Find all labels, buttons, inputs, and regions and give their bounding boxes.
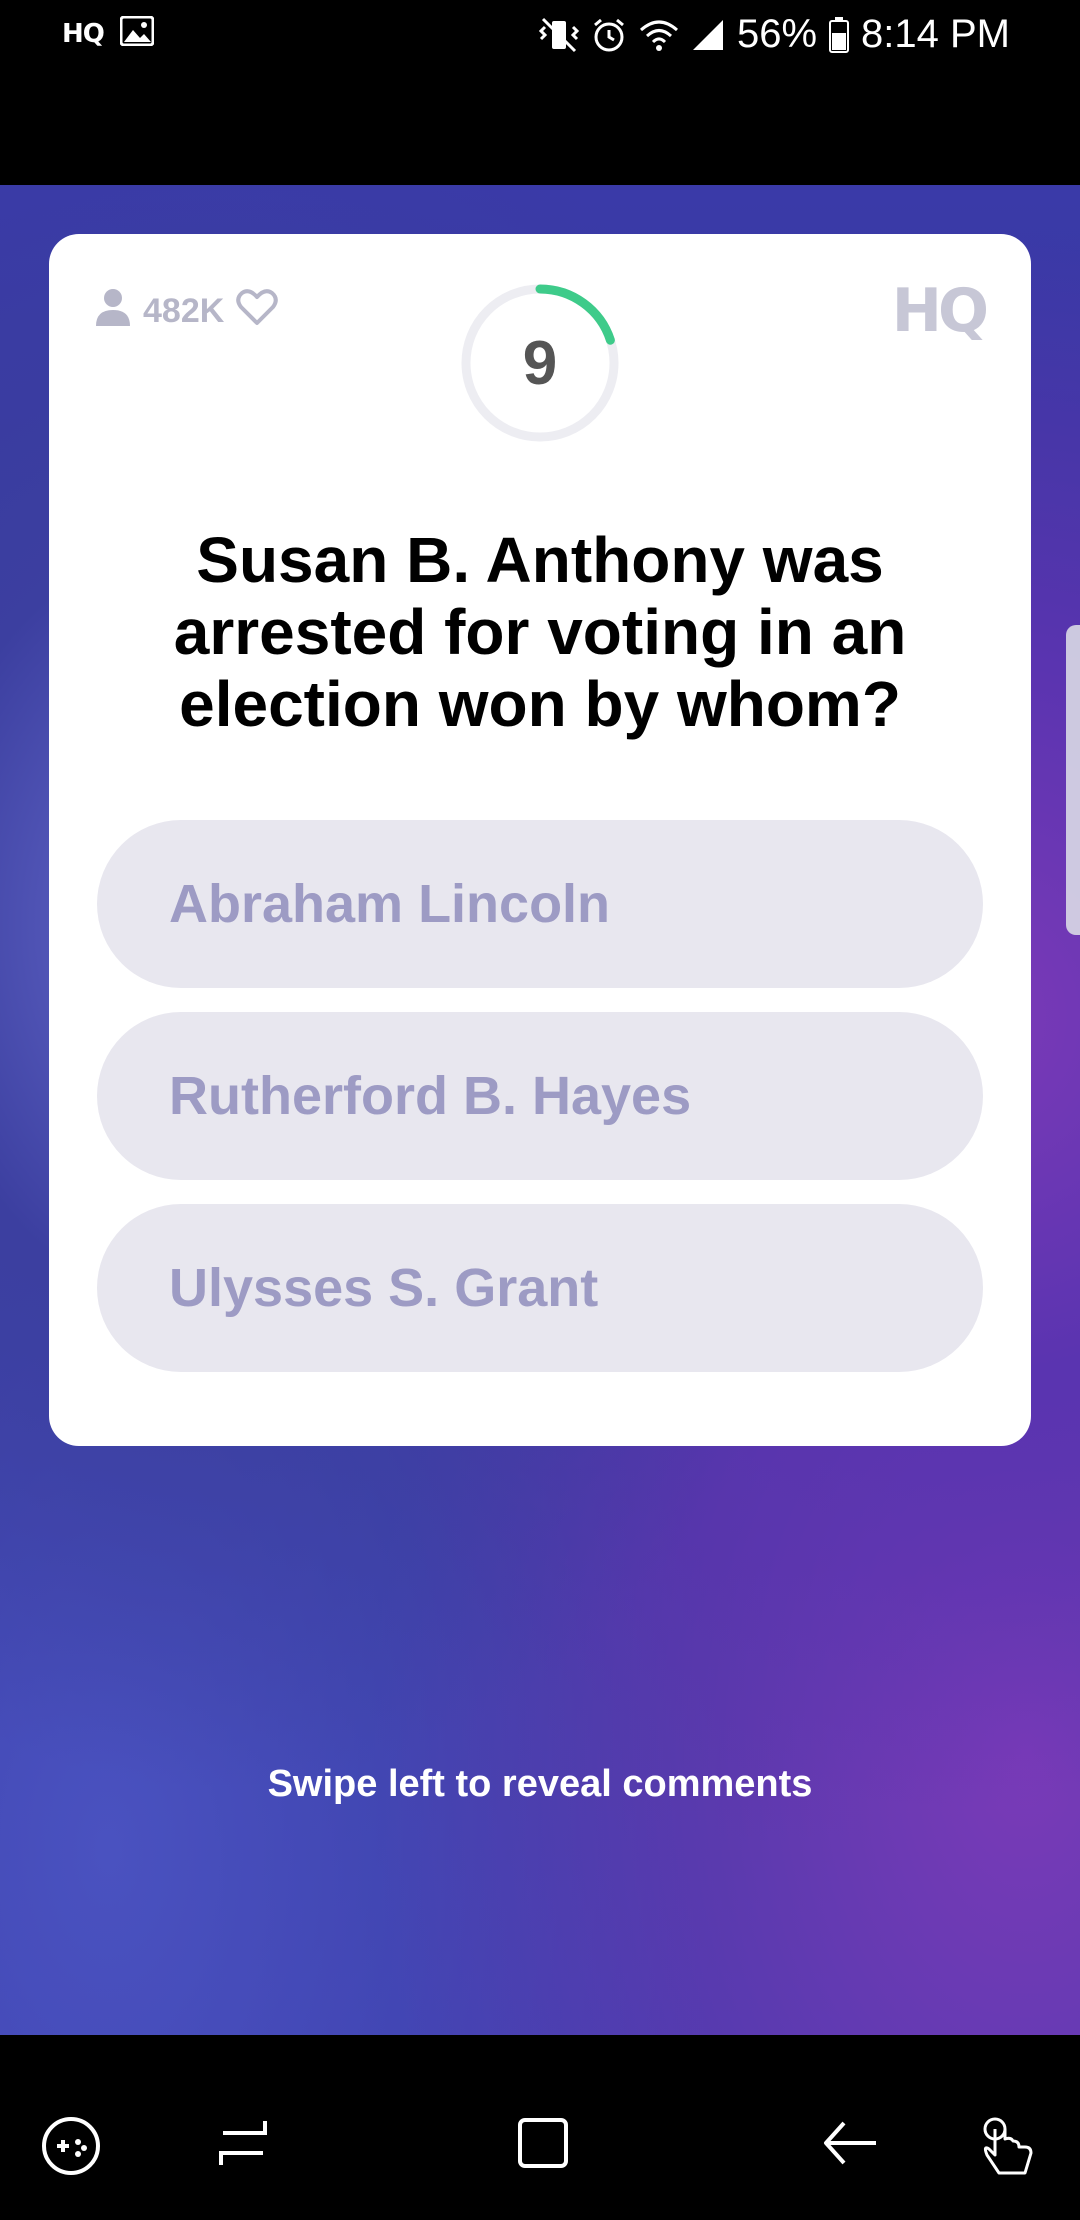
timer-value: 9 [522,328,558,398]
countdown-timer: 9 [459,282,621,444]
answer-option-3[interactable]: Ulysses S. Grant [97,1204,983,1372]
status-right: 56% 8:14 PM [538,12,1010,57]
person-icon [95,288,131,335]
answer-label: Rutherford B. Hayes [169,1066,692,1126]
heart-icon[interactable] [236,288,279,335]
wifi-icon [639,18,679,52]
vibrate-icon [538,17,579,53]
hq-logo: HQ [891,276,989,346]
comments-drawer-handle[interactable] [1066,625,1080,935]
navigation-bar [0,2035,1080,2220]
game-tools-icon[interactable] [40,2115,102,2182]
home-icon[interactable] [515,2115,571,2176]
question-text: Susan B. Anthony was arrested for voting… [173,524,907,740]
image-notification-icon [119,15,155,51]
answer-option-1[interactable]: Abraham Lincoln [97,820,983,988]
status-bar: HQ 56% 8:14 PM [0,0,1080,72]
back-icon[interactable] [820,2115,880,2176]
touch-gesture-icon[interactable] [975,2115,1041,2186]
recent-apps-icon[interactable] [215,2115,271,2176]
viewer-count-label: 482K [143,292,225,330]
battery-icon [829,16,850,53]
alarm-icon [591,17,627,53]
answer-label: Ulysses S. Grant [169,1258,599,1318]
answer-option-2[interactable]: Rutherford B. Hayes [97,1012,983,1180]
viewer-count: 482K [95,288,279,335]
question-card: 482K 9 HQ Susan B. Anthony was arrested … [49,234,1031,1446]
battery-percent: 56% [736,12,818,56]
signal-icon [691,18,725,52]
hq-notification-icon: HQ [62,18,105,49]
status-left: HQ [62,15,155,51]
clock: 8:14 PM [861,12,1010,56]
answer-label: Abraham Lincoln [169,874,611,934]
swipe-hint: Swipe left to reveal comments [267,1763,813,1805]
